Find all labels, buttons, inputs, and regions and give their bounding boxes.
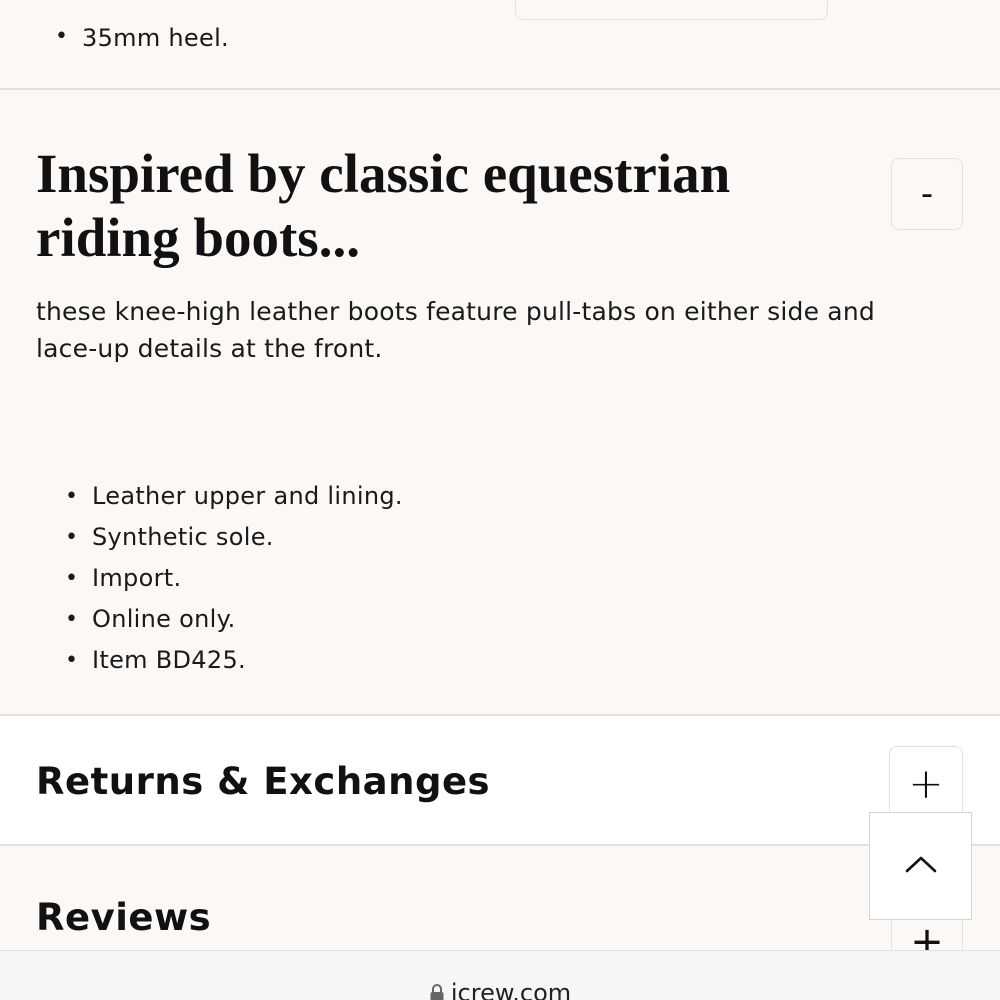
product-description-section: Inspired by classic equestrian riding bo… — [0, 90, 1000, 716]
list-item: Item BD425. — [65, 640, 403, 681]
chevron-up-icon — [904, 854, 938, 878]
browser-address-bar[interactable]: jcrew.com — [0, 950, 1000, 1000]
lock-icon — [429, 981, 445, 1000]
collapse-description-button[interactable]: - — [891, 158, 963, 230]
returns-exchanges-section[interactable]: Returns & Exchanges + — [0, 716, 1000, 846]
reviews-title[interactable]: Reviews — [36, 896, 211, 939]
list-item: Online only. — [65, 599, 403, 640]
url-display[interactable]: jcrew.com — [0, 979, 1000, 1000]
reviews-section[interactable]: Reviews + — [0, 846, 1000, 966]
list-item: Synthetic sole. — [65, 517, 403, 558]
list-item: 35mm heel. — [55, 24, 229, 52]
list-item: Leather upper and lining. — [65, 476, 403, 517]
details-list: 35mm heel. — [55, 24, 229, 52]
url-text: jcrew.com — [450, 979, 572, 1000]
product-details-page: 35mm heel. Inspired by classic equestria… — [0, 0, 1000, 1000]
partial-control[interactable] — [515, 0, 828, 20]
back-to-top-button[interactable] — [869, 812, 972, 920]
description-list: Leather upper and lining. Synthetic sole… — [65, 476, 403, 681]
description-text: these knee-high leather boots feature pu… — [36, 297, 875, 363]
returns-exchanges-title[interactable]: Returns & Exchanges — [36, 760, 490, 803]
description-heading: Inspired by classic equestrian riding bo… — [36, 143, 731, 268]
product-details-section: 35mm heel. — [0, 0, 1000, 90]
list-item: Import. — [65, 558, 403, 599]
expand-returns-button[interactable]: + — [889, 746, 963, 820]
